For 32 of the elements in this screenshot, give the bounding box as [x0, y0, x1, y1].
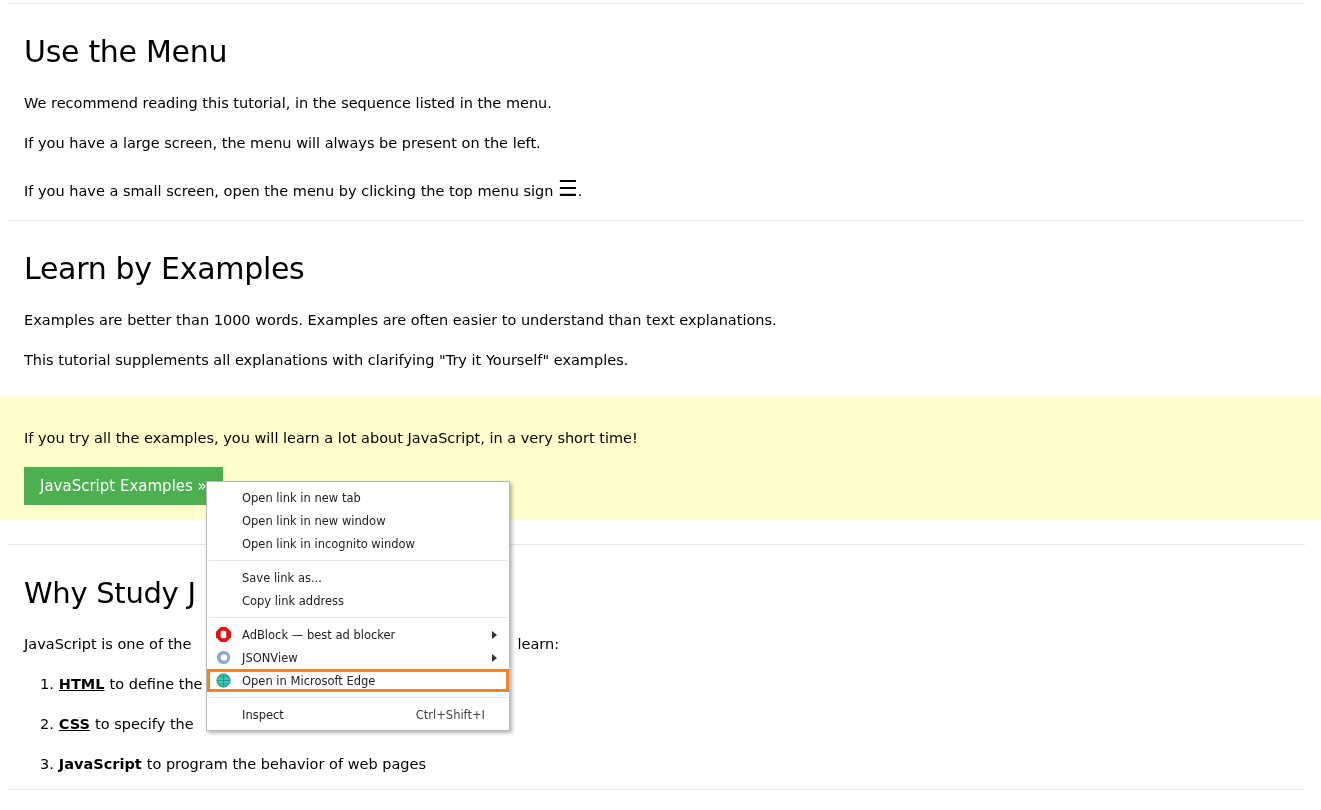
menu-item[interactable]: Open link in new window: [207, 509, 509, 532]
paragraph: We recommend reading this tutorial, in the sequence listed in the menu.: [24, 94, 553, 113]
menu-item[interactable]: AdBlock — best ad blocker: [207, 623, 509, 646]
stop-hand-icon: [216, 627, 231, 642]
paragraph: If you have a small screen, open the menu by clicking the top menu sign ☰.: [24, 175, 584, 203]
list-number: 3.: [40, 755, 54, 774]
list-text: to specify the: [95, 715, 194, 734]
shortcut-text: Ctrl+Shift+I: [415, 707, 485, 722]
section-heading: Why Study J: [24, 575, 196, 612]
menu-item[interactable]: Save link as...: [207, 566, 509, 589]
paragraph-end: learn:: [517, 635, 560, 654]
paragraph: JavaScript is one of the: [24, 635, 192, 654]
menu-item[interactable]: Inspect Ctrl+Shift+I: [207, 703, 509, 726]
term-link[interactable]: HTML: [58, 673, 105, 695]
section-heading: Use the Menu: [24, 33, 229, 71]
note-text: If you try all the examples, you will learn a lot about JavaScript, in a very short time!: [24, 429, 639, 448]
term-link[interactable]: CSS: [58, 713, 90, 735]
menu-item[interactable]: JSONView: [207, 646, 509, 669]
ring-icon: [216, 650, 231, 665]
term: JavaScript: [58, 755, 142, 774]
section-heading: Learn by Examples: [24, 250, 306, 288]
list-text: to program the behavior of web pages: [146, 755, 426, 774]
menu-item[interactable]: Copy link address: [207, 589, 509, 612]
menu-item[interactable]: Open in Microsoft Edge: [207, 669, 509, 692]
list-number: 2.: [40, 715, 54, 734]
list-number: 1.: [40, 675, 54, 694]
paragraph: If you have a large screen, the menu will always be present on the left.: [24, 134, 542, 153]
menu-item[interactable]: Open link in incognito window: [207, 532, 509, 555]
paragraph: This tutorial supplements all explanations with clarifying "Try it Yourself" examples.: [24, 351, 630, 370]
paragraph: Examples are better than 1000 words. Examples are often easier to understand than text explanations.: [24, 311, 778, 330]
globe-icon: [216, 673, 231, 688]
list-text: to define the: [109, 675, 203, 694]
